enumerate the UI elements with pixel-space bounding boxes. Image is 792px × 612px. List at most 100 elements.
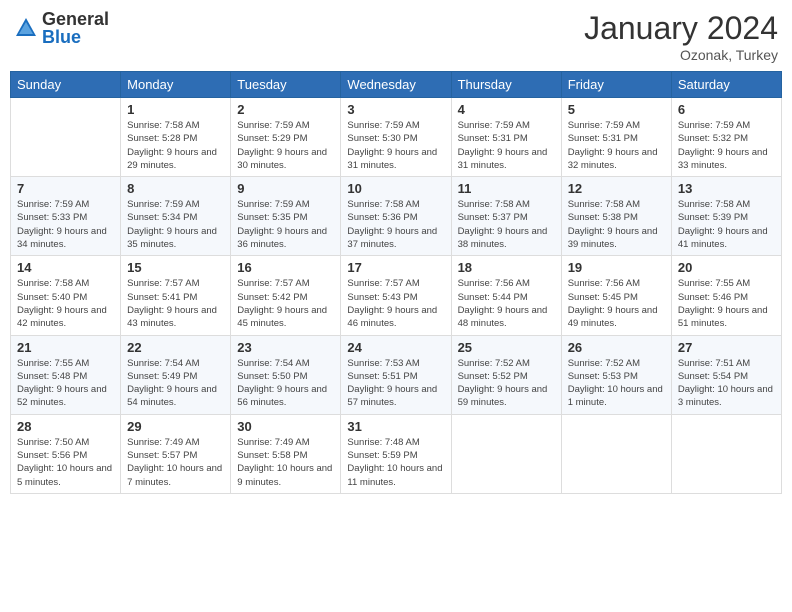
day-number: 10 [347, 181, 444, 196]
day-info: Sunrise: 7:50 AM Sunset: 5:56 PM Dayligh… [17, 436, 114, 489]
logo-text: General Blue [42, 10, 109, 46]
day-info: Sunrise: 7:59 AM Sunset: 5:35 PM Dayligh… [237, 198, 334, 251]
day-info: Sunrise: 7:53 AM Sunset: 5:51 PM Dayligh… [347, 357, 444, 410]
day-info: Sunrise: 7:57 AM Sunset: 5:41 PM Dayligh… [127, 277, 224, 330]
calendar-cell: 2 Sunrise: 7:59 AM Sunset: 5:29 PM Daylig… [231, 98, 341, 177]
day-info: Sunrise: 7:54 AM Sunset: 5:50 PM Dayligh… [237, 357, 334, 410]
calendar-cell: 5 Sunrise: 7:59 AM Sunset: 5:31 PM Daylig… [561, 98, 671, 177]
day-number: 7 [17, 181, 114, 196]
calendar-cell: 25 Sunrise: 7:52 AM Sunset: 5:52 PM Dayli… [451, 335, 561, 414]
day-info: Sunrise: 7:52 AM Sunset: 5:52 PM Dayligh… [458, 357, 555, 410]
calendar-cell: 15 Sunrise: 7:57 AM Sunset: 5:41 PM Dayli… [121, 256, 231, 335]
calendar-cell [11, 98, 121, 177]
day-number: 30 [237, 419, 334, 434]
day-info: Sunrise: 7:58 AM Sunset: 5:28 PM Dayligh… [127, 119, 224, 172]
day-number: 2 [237, 102, 334, 117]
day-info: Sunrise: 7:49 AM Sunset: 5:58 PM Dayligh… [237, 436, 334, 489]
calendar-cell: 23 Sunrise: 7:54 AM Sunset: 5:50 PM Dayli… [231, 335, 341, 414]
day-number: 15 [127, 260, 224, 275]
calendar-cell: 19Sunrise: 7:56 AM Sunset: 5:45 PM Dayli… [561, 256, 671, 335]
calendar-cell: 17 Sunrise: 7:57 AM Sunset: 5:43 PM Dayli… [341, 256, 451, 335]
calendar-cell: 8 Sunrise: 7:59 AM Sunset: 5:34 PM Daylig… [121, 177, 231, 256]
day-info: Sunrise: 7:56 AM Sunset: 5:44 PM Dayligh… [458, 277, 555, 330]
day-number: 24 [347, 340, 444, 355]
day-number: 25 [458, 340, 555, 355]
day-info: Sunrise: 7:58 AM Sunset: 5:37 PM Dayligh… [458, 198, 555, 251]
col-tuesday: Tuesday [231, 72, 341, 98]
logo: General Blue [14, 10, 109, 46]
calendar-cell: 30 Sunrise: 7:49 AM Sunset: 5:58 PM Dayli… [231, 414, 341, 493]
day-info: Sunrise: 7:57 AM Sunset: 5:42 PM Dayligh… [237, 277, 334, 330]
day-number: 4 [458, 102, 555, 117]
day-info: Sunrise: 7:54 AM Sunset: 5:49 PM Dayligh… [127, 357, 224, 410]
day-number: 12 [568, 181, 665, 196]
day-info: Sunrise: 7:57 AM Sunset: 5:43 PM Dayligh… [347, 277, 444, 330]
calendar-cell: 31 Sunrise: 7:48 AM Sunset: 5:59 PM Dayli… [341, 414, 451, 493]
day-info: Sunrise: 7:59 AM Sunset: 5:31 PM Dayligh… [458, 119, 555, 172]
day-info: Sunrise: 7:59 AM Sunset: 5:29 PM Dayligh… [237, 119, 334, 172]
calendar-cell: 1 Sunrise: 7:58 AM Sunset: 5:28 PM Daylig… [121, 98, 231, 177]
calendar-cell [451, 414, 561, 493]
title-block: January 2024 Ozonak, Turkey [584, 10, 778, 63]
day-number: 18 [458, 260, 555, 275]
calendar-cell: 6 Sunrise: 7:59 AM Sunset: 5:32 PM Daylig… [671, 98, 781, 177]
calendar-week-2: 7 Sunrise: 7:59 AM Sunset: 5:33 PM Daylig… [11, 177, 782, 256]
page-header: General Blue January 2024 Ozonak, Turkey [10, 10, 782, 63]
day-number: 8 [127, 181, 224, 196]
calendar-cell [671, 414, 781, 493]
calendar-cell: 7 Sunrise: 7:59 AM Sunset: 5:33 PM Daylig… [11, 177, 121, 256]
day-info: Sunrise: 7:58 AM Sunset: 5:39 PM Dayligh… [678, 198, 775, 251]
calendar-table: Sunday Monday Tuesday Wednesday Thursday… [10, 71, 782, 494]
calendar-cell: 12Sunrise: 7:58 AM Sunset: 5:38 PM Dayli… [561, 177, 671, 256]
day-number: 1 [127, 102, 224, 117]
day-number: 11 [458, 181, 555, 196]
day-info: Sunrise: 7:59 AM Sunset: 5:31 PM Dayligh… [568, 119, 665, 172]
day-number: 29 [127, 419, 224, 434]
day-number: 6 [678, 102, 775, 117]
day-number: 17 [347, 260, 444, 275]
day-info: Sunrise: 7:59 AM Sunset: 5:30 PM Dayligh… [347, 119, 444, 172]
calendar-week-3: 14Sunrise: 7:58 AM Sunset: 5:40 PM Dayli… [11, 256, 782, 335]
day-info: Sunrise: 7:51 AM Sunset: 5:54 PM Dayligh… [678, 357, 775, 410]
calendar-cell: 9 Sunrise: 7:59 AM Sunset: 5:35 PM Daylig… [231, 177, 341, 256]
col-saturday: Saturday [671, 72, 781, 98]
day-info: Sunrise: 7:56 AM Sunset: 5:45 PM Dayligh… [568, 277, 665, 330]
calendar-cell: 13 Sunrise: 7:58 AM Sunset: 5:39 PM Dayli… [671, 177, 781, 256]
day-number: 16 [237, 260, 334, 275]
day-number: 27 [678, 340, 775, 355]
day-info: Sunrise: 7:58 AM Sunset: 5:36 PM Dayligh… [347, 198, 444, 251]
day-number: 13 [678, 181, 775, 196]
calendar-cell: 18 Sunrise: 7:56 AM Sunset: 5:44 PM Dayli… [451, 256, 561, 335]
logo-icon [14, 16, 38, 40]
day-number: 23 [237, 340, 334, 355]
day-info: Sunrise: 7:55 AM Sunset: 5:48 PM Dayligh… [17, 357, 114, 410]
day-number: 22 [127, 340, 224, 355]
calendar-cell: 10 Sunrise: 7:58 AM Sunset: 5:36 PM Dayli… [341, 177, 451, 256]
day-info: Sunrise: 7:52 AM Sunset: 5:53 PM Dayligh… [568, 357, 665, 410]
day-number: 9 [237, 181, 334, 196]
day-info: Sunrise: 7:49 AM Sunset: 5:57 PM Dayligh… [127, 436, 224, 489]
calendar-cell: 21Sunrise: 7:55 AM Sunset: 5:48 PM Dayli… [11, 335, 121, 414]
day-number: 20 [678, 260, 775, 275]
logo-general: General [42, 10, 109, 28]
calendar-week-1: 1 Sunrise: 7:58 AM Sunset: 5:28 PM Daylig… [11, 98, 782, 177]
day-info: Sunrise: 7:48 AM Sunset: 5:59 PM Dayligh… [347, 436, 444, 489]
calendar-cell: 16 Sunrise: 7:57 AM Sunset: 5:42 PM Dayli… [231, 256, 341, 335]
col-monday: Monday [121, 72, 231, 98]
logo-blue: Blue [42, 28, 109, 46]
calendar-cell: 24 Sunrise: 7:53 AM Sunset: 5:51 PM Dayli… [341, 335, 451, 414]
calendar-cell: 14Sunrise: 7:58 AM Sunset: 5:40 PM Dayli… [11, 256, 121, 335]
calendar-week-5: 28Sunrise: 7:50 AM Sunset: 5:56 PM Dayli… [11, 414, 782, 493]
day-info: Sunrise: 7:59 AM Sunset: 5:33 PM Dayligh… [17, 198, 114, 251]
col-sunday: Sunday [11, 72, 121, 98]
day-number: 5 [568, 102, 665, 117]
calendar-week-4: 21Sunrise: 7:55 AM Sunset: 5:48 PM Dayli… [11, 335, 782, 414]
col-thursday: Thursday [451, 72, 561, 98]
day-number: 31 [347, 419, 444, 434]
day-info: Sunrise: 7:59 AM Sunset: 5:34 PM Dayligh… [127, 198, 224, 251]
day-info: Sunrise: 7:55 AM Sunset: 5:46 PM Dayligh… [678, 277, 775, 330]
calendar-cell: 29 Sunrise: 7:49 AM Sunset: 5:57 PM Dayli… [121, 414, 231, 493]
day-info: Sunrise: 7:59 AM Sunset: 5:32 PM Dayligh… [678, 119, 775, 172]
calendar-cell: 26Sunrise: 7:52 AM Sunset: 5:53 PM Dayli… [561, 335, 671, 414]
month-title: January 2024 [584, 10, 778, 47]
